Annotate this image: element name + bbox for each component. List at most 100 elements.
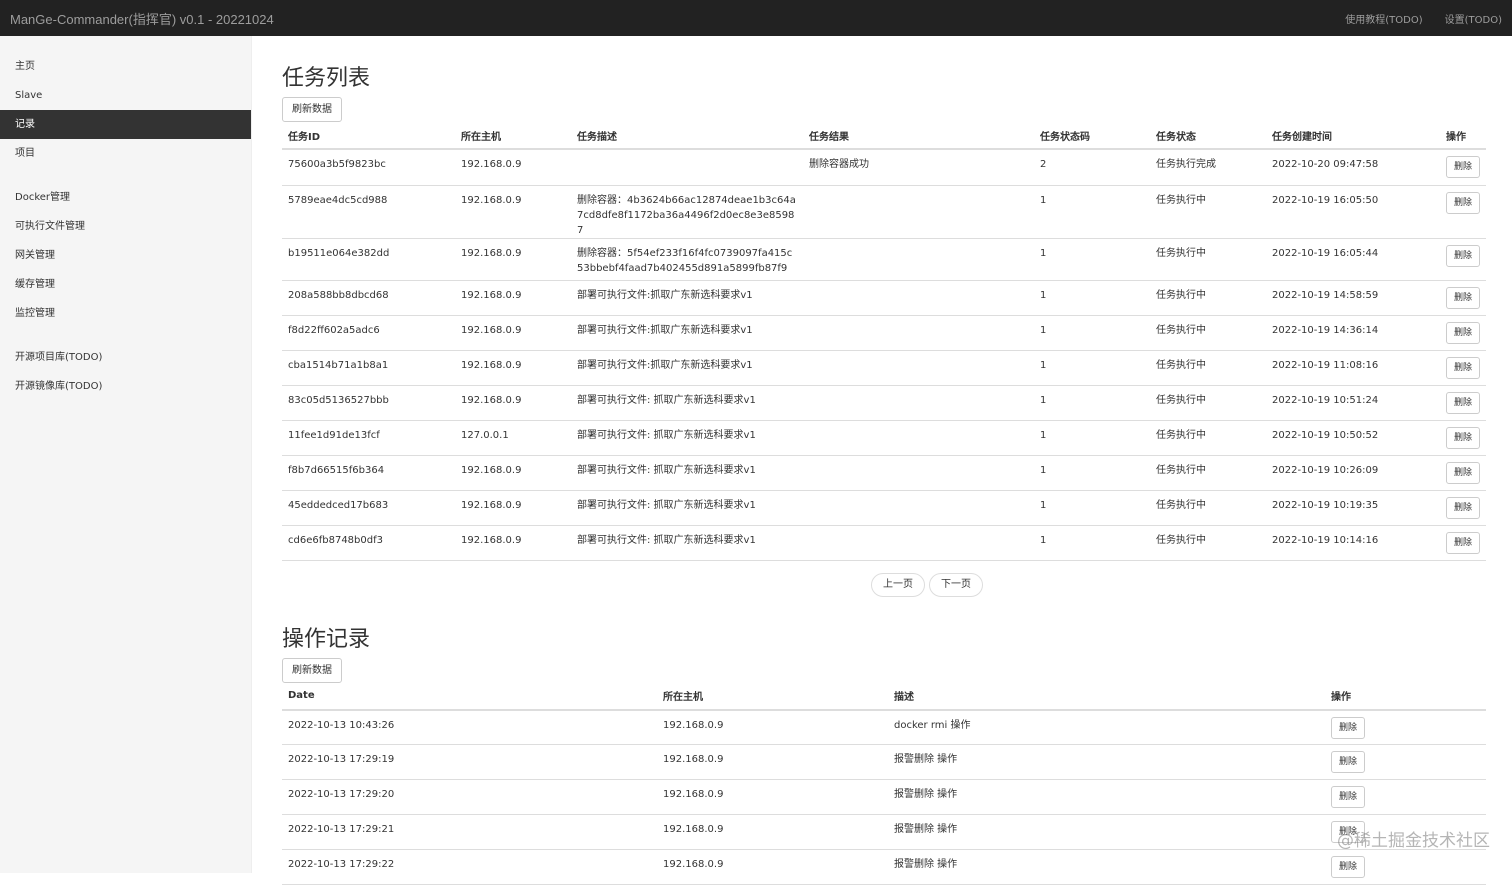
col-host: 所在主机	[657, 683, 888, 710]
cell-description	[571, 149, 803, 185]
cell-actions: 删除	[1325, 850, 1486, 885]
tasks-table: 任务ID 所在主机 任务描述 任务结果 任务状态码 任务状态 任务创建时间 操作…	[282, 122, 1486, 561]
cell-status-code: 1	[1034, 315, 1150, 350]
cell-task-id: f8d22ff602a5adc6	[282, 315, 455, 350]
delete-button[interactable]: 删除	[1446, 192, 1480, 214]
cell-status-code: 2	[1034, 149, 1150, 185]
cell-created-time: 2022-10-19 16:05:50	[1266, 185, 1440, 238]
delete-button[interactable]: 删除	[1446, 427, 1480, 449]
sidebar-item-gateway[interactable]: 网关管理	[0, 241, 251, 270]
delete-button[interactable]: 删除	[1446, 357, 1480, 379]
col-status: 任务状态	[1150, 122, 1266, 149]
delete-button[interactable]: 删除	[1331, 717, 1365, 739]
top-links: 使用教程(TODO) 设置(TODO)	[1345, 11, 1502, 26]
cell-host: 192.168.0.9	[455, 350, 571, 385]
delete-button[interactable]: 删除	[1446, 322, 1480, 344]
sidebar-item-executables[interactable]: 可执行文件管理	[0, 212, 251, 241]
sidebar-item-records[interactable]: 记录	[0, 110, 251, 139]
cell-status: 任务执行中	[1150, 350, 1266, 385]
settings-link[interactable]: 设置(TODO)	[1445, 11, 1502, 26]
cell-description: 部署可执行文件: 抓取广东新选科要求v1	[571, 455, 803, 490]
sidebar-item-projects[interactable]: 项目	[0, 139, 251, 168]
cell-host: 127.0.0.1	[455, 420, 571, 455]
cell-host: 192.168.0.9	[657, 710, 888, 745]
table-row: 75600a3b5f9823bc192.168.0.9删除容器成功2任务执行完成…	[282, 149, 1486, 185]
col-actions: 操作	[1440, 122, 1486, 149]
cell-result	[803, 185, 1034, 238]
delete-button[interactable]: 删除	[1331, 786, 1365, 808]
col-status-code: 任务状态码	[1034, 122, 1150, 149]
delete-button[interactable]: 删除	[1331, 856, 1365, 878]
sidebar: 主页 Slave 记录 项目 Docker管理 可执行文件管理 网关管理 缓存管…	[0, 36, 252, 873]
ops-table: Date 所在主机 描述 操作 2022-10-13 10:43:26192.1…	[282, 683, 1486, 885]
cell-description: 部署可执行文件: 抓取广东新选科要求v1	[571, 525, 803, 560]
col-date: Date	[282, 683, 657, 710]
sidebar-item-oss-projects[interactable]: 开源项目库(TODO)	[0, 343, 251, 372]
cell-status: 任务执行完成	[1150, 149, 1266, 185]
col-description: 任务描述	[571, 122, 803, 149]
cell-status-code: 1	[1034, 490, 1150, 525]
cell-host: 192.168.0.9	[657, 780, 888, 815]
cell-status: 任务执行中	[1150, 490, 1266, 525]
cell-actions: 删除	[1440, 149, 1486, 185]
cell-status-code: 1	[1034, 455, 1150, 490]
cell-created-time: 2022-10-19 16:05:44	[1266, 238, 1440, 280]
cell-actions: 删除	[1325, 745, 1486, 780]
col-description: 描述	[888, 683, 1325, 710]
delete-button[interactable]: 删除	[1446, 245, 1480, 267]
sidebar-item-home[interactable]: 主页	[0, 52, 251, 81]
cell-actions: 删除	[1440, 525, 1486, 560]
prev-page-button[interactable]: 上一页	[871, 573, 925, 597]
cell-task-id: f8b7d66515f6b364	[282, 455, 455, 490]
col-task-id: 任务ID	[282, 122, 455, 149]
cell-result	[803, 385, 1034, 420]
cell-created-time: 2022-10-19 11:08:16	[1266, 350, 1440, 385]
delete-button[interactable]: 删除	[1446, 392, 1480, 414]
cell-host: 192.168.0.9	[455, 185, 571, 238]
cell-created-time: 2022-10-19 10:51:24	[1266, 385, 1440, 420]
delete-button[interactable]: 删除	[1446, 497, 1480, 519]
tutorial-link[interactable]: 使用教程(TODO)	[1345, 11, 1422, 26]
cell-description: 部署可执行文件:抓取广东新选科要求v1	[571, 280, 803, 315]
cell-description: 部署可执行文件: 抓取广东新选科要求v1	[571, 385, 803, 420]
col-created-time: 任务创建时间	[1266, 122, 1440, 149]
col-actions: 操作	[1325, 683, 1486, 710]
cell-status: 任务执行中	[1150, 315, 1266, 350]
sidebar-item-docker[interactable]: Docker管理	[0, 183, 251, 212]
cell-host: 192.168.0.9	[657, 745, 888, 780]
delete-button[interactable]: 删除	[1446, 462, 1480, 484]
cell-status: 任务执行中	[1150, 420, 1266, 455]
cell-created-time: 2022-10-20 09:47:58	[1266, 149, 1440, 185]
cell-result	[803, 280, 1034, 315]
ops-refresh-button[interactable]: 刷新数据	[282, 658, 342, 683]
table-row: 2022-10-13 17:29:19192.168.0.9报警删除 操作删除	[282, 745, 1486, 780]
cell-description: 部署可执行文件:抓取广东新选科要求v1	[571, 315, 803, 350]
cell-description: 部署可执行文件: 抓取广东新选科要求v1	[571, 490, 803, 525]
cell-host: 192.168.0.9	[657, 815, 888, 850]
delete-button[interactable]: 删除	[1446, 287, 1480, 309]
delete-button[interactable]: 删除	[1331, 751, 1365, 773]
cell-task-id: 5789eae4dc5cd988	[282, 185, 455, 238]
cell-actions: 删除	[1440, 350, 1486, 385]
top-navbar: ManGe-Commander(指挥官) v0.1 - 20221024 使用教…	[0, 0, 1512, 36]
sidebar-item-oss-images[interactable]: 开源镜像库(TODO)	[0, 372, 251, 401]
next-page-button[interactable]: 下一页	[929, 573, 983, 597]
sidebar-item-monitor[interactable]: 监控管理	[0, 299, 251, 328]
table-row: 5789eae4dc5cd988192.168.0.9删除容器：4b3624b6…	[282, 185, 1486, 238]
cell-date: 2022-10-13 10:43:26	[282, 710, 657, 745]
cell-description: 部署可执行文件:抓取广东新选科要求v1	[571, 350, 803, 385]
sidebar-item-cache[interactable]: 缓存管理	[0, 270, 251, 299]
cell-actions: 删除	[1440, 280, 1486, 315]
ops-header-row: Date 所在主机 描述 操作	[282, 683, 1486, 710]
sidebar-item-slave[interactable]: Slave	[0, 81, 251, 110]
cell-host: 192.168.0.9	[455, 385, 571, 420]
app-title: ManGe-Commander(指挥官) v0.1 - 20221024	[10, 9, 274, 28]
delete-button[interactable]: 删除	[1446, 532, 1480, 554]
delete-button[interactable]: 删除	[1446, 156, 1480, 178]
cell-status-code: 1	[1034, 350, 1150, 385]
cell-task-id: 208a588bb8dbcd68	[282, 280, 455, 315]
cell-description: 报警删除 操作	[888, 745, 1325, 780]
table-row: 83c05d5136527bbb192.168.0.9部署可执行文件: 抓取广东…	[282, 385, 1486, 420]
cell-task-id: cba1514b71a1b8a1	[282, 350, 455, 385]
tasks-refresh-button[interactable]: 刷新数据	[282, 97, 342, 122]
